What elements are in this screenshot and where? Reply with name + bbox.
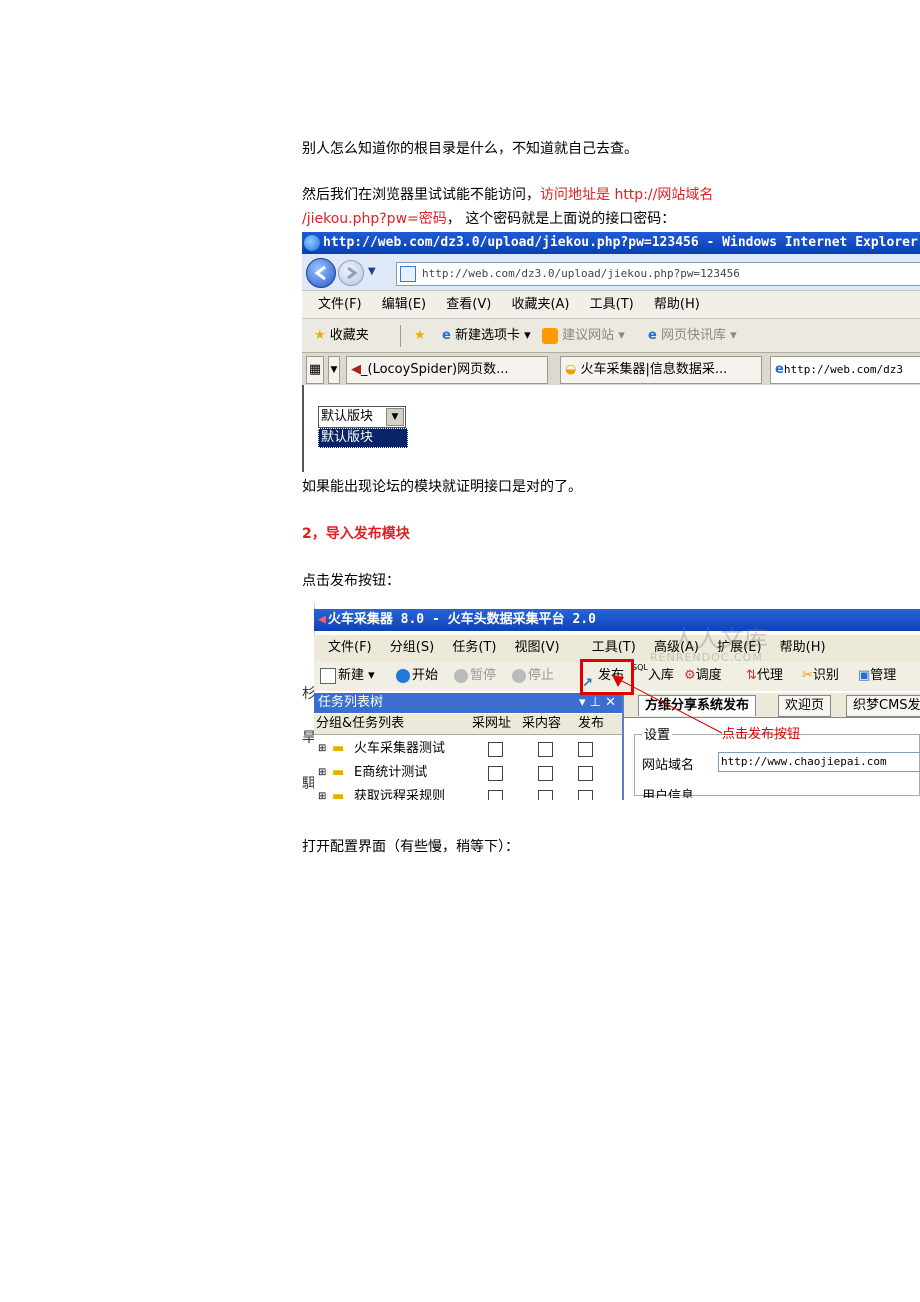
ie-nav-bar: ▼ http://web.com/dz3.0/upload/jiekou.php…	[302, 254, 920, 290]
text-black: ， 这个密码就是上面说的接口密码：	[446, 211, 676, 227]
watermark-en: RENRENDOC.COM	[650, 651, 763, 664]
star-icon: ★	[314, 328, 326, 343]
tab-active-jiekou[interactable]: ehttp://web.com/dz3	[770, 356, 920, 384]
ie-page-icon: e	[648, 328, 657, 343]
text-red-path: /jiekou.php?pw=密码	[302, 211, 447, 227]
paragraph-module-check: 如果能出现论坛的模块就证明接口是对的了。	[302, 479, 582, 495]
menu-file[interactable]: 文件(F)	[318, 297, 362, 312]
train-icon: ◀	[351, 362, 361, 377]
tab-locoyspider[interactable]: ◀_(LocoySpider)网页数...	[346, 356, 548, 384]
separator	[400, 325, 401, 347]
new-tab-label: 新建选项卡 ▾	[454, 328, 531, 343]
suggested-sites-icon	[542, 327, 558, 344]
menu-help[interactable]: 帮助(H)	[654, 297, 700, 312]
back-arrow-icon	[314, 265, 326, 281]
tab-label: http://web.com/dz3	[783, 363, 904, 376]
option-label: 默认版块	[321, 430, 374, 445]
menu-favorites[interactable]: 收藏夹(A)	[511, 297, 569, 312]
tab-locoy-info[interactable]: ◒ 火车采集器|信息数据采...	[560, 356, 762, 384]
section-heading: 2，导入发布模块	[302, 526, 410, 542]
ie-page-content: 默认版块 ▼ 默认版块	[302, 385, 920, 472]
paragraph-open-config: 打开配置界面（有些慢，稍等下）：	[302, 839, 519, 855]
dropdown-arrow-icon[interactable]: ▼	[386, 408, 404, 426]
forward-button[interactable]	[338, 260, 364, 286]
annotation-label: 点击发布按钮	[722, 727, 801, 742]
address-text: http://web.com/dz3.0/upload/jiekou.php?p…	[422, 267, 740, 280]
ie-favorites-bar: ★ 收藏夹 ★ e 新建选项卡 ▾ 建议网站 ▾ e 网页快讯库 ▾	[302, 318, 920, 353]
menu-tools[interactable]: 工具(T)	[590, 297, 634, 312]
text-red-url: 访问地址是 http://网站域名	[540, 187, 714, 203]
quick-tabs-icon[interactable]: ▦	[306, 356, 324, 384]
suggested-label: 建议网站 ▾	[562, 328, 625, 343]
ie-page-icon: e	[442, 328, 451, 343]
history-dropdown-icon[interactable]: ▼	[368, 266, 376, 277]
menu-view[interactable]: 查看(V)	[446, 297, 491, 312]
text-black: 然后我们在浏览器里试试能不能访问，	[302, 187, 540, 203]
suggested-sites-link[interactable]: 建议网站 ▾	[542, 319, 625, 353]
forum-select[interactable]: 默认版块 ▼	[318, 406, 406, 428]
page-icon	[400, 266, 416, 282]
paragraph-browser-test: 然后我们在浏览器里试试能不能访问，访问地址是 http://网站域名	[302, 184, 713, 206]
menu-edit[interactable]: 编辑(E)	[382, 297, 426, 312]
ie-logo-icon	[304, 235, 320, 251]
tab-label: 火车采集器|信息数据采...	[580, 362, 728, 377]
forward-arrow-icon	[347, 266, 358, 280]
favorites-button[interactable]: ★ 收藏夹	[314, 319, 369, 353]
paragraph-password: /jiekou.php?pw=密码， 这个密码就是上面说的接口密码：	[302, 208, 675, 230]
select-option[interactable]: 默认版块	[318, 428, 408, 448]
paragraph-root-dir: 别人怎么知道你的根目录是什么，不知道就自己去查。	[302, 141, 638, 157]
ie-screenshot: http://web.com/dz3.0/upload/jiekou.php?p…	[302, 232, 920, 472]
tab-list-dropdown-icon[interactable]: ▼	[328, 356, 340, 384]
webslice-label: 网页快讯库 ▾	[660, 328, 737, 343]
favorites-label: 收藏夹	[329, 328, 369, 343]
ie-tab-bar: ▦ ▼ ◀_(LocoySpider)网页数... ◒ 火车采集器|信息数据采.…	[302, 352, 920, 385]
ie-title: http://web.com/dz3.0/upload/jiekou.php?p…	[323, 235, 918, 250]
add-favorite-icon[interactable]: ★	[414, 319, 426, 353]
ie-menu-bar: 文件(F) 编辑(E) 查看(V) 收藏夹(A) 工具(T) 帮助(H)	[302, 290, 920, 319]
select-value: 默认版块	[321, 409, 374, 424]
address-bar[interactable]: http://web.com/dz3.0/upload/jiekou.php?p…	[396, 262, 920, 286]
webslice-link[interactable]: e 网页快讯库 ▾	[648, 319, 737, 353]
annotation-arrow-icon	[612, 675, 723, 734]
new-tab-link[interactable]: e 新建选项卡 ▾	[442, 319, 531, 353]
locoy-icon: ◒	[565, 362, 577, 377]
back-button[interactable]	[306, 258, 336, 288]
ie-title-bar: http://web.com/dz3.0/upload/jiekou.php?p…	[302, 232, 920, 254]
watermark-cn: 人人文库	[672, 625, 768, 653]
ie-page-icon: e	[775, 362, 784, 377]
paragraph-click-publish: 点击发布按钮：	[302, 573, 400, 589]
tab-label: _(LocoySpider)网页数...	[361, 362, 509, 377]
locoy-screenshot: 杉 旱 駬 ◀ 火车采集器 8.0 - 火车头数据采集平台 2.0 文件(F) 分…	[302, 603, 920, 800]
